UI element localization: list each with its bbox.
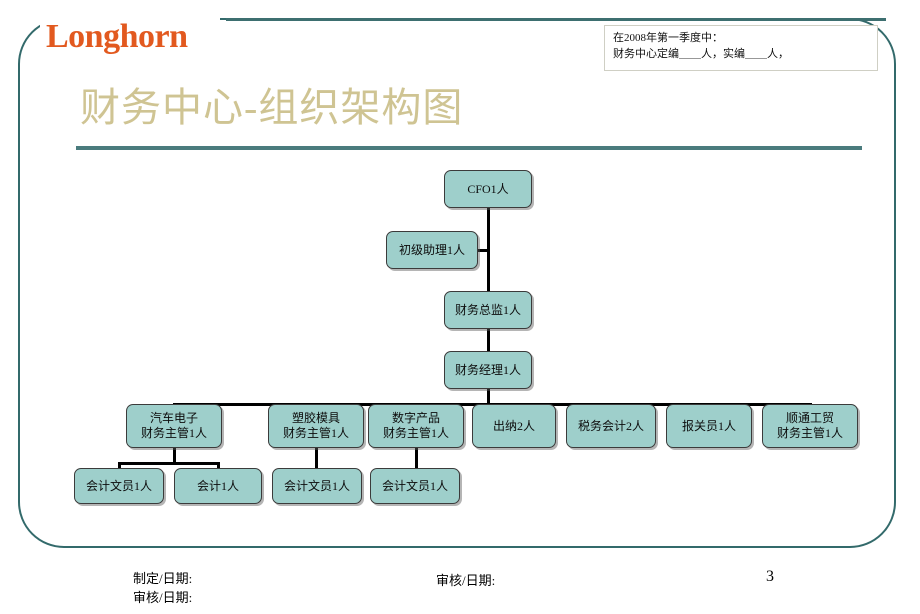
org-node-staff2[interactable]: 会计1人 (174, 468, 262, 504)
org-chart: CFO1人初级助理1人财务总监1人 财务经理1人汽车电子 财务主管1人 塑胶模具 财… (0, 0, 920, 614)
org-node-dept6[interactable]: 报关员1人 (666, 404, 752, 448)
connector-dept3-staff4 (415, 448, 418, 468)
org-node-staff4[interactable]: 会计文员1人 (370, 468, 460, 504)
connector-cfo-director (487, 208, 490, 291)
page-number: 3 (766, 568, 774, 585)
footer-approved-by: 审核/日期: (436, 573, 496, 588)
footer-prepared-by: 制定/日期: (133, 571, 193, 586)
org-node-dept1[interactable]: 汽车电子 财务主管1人 (126, 404, 222, 448)
org-node-dept3[interactable]: 数字产品 财务主管1人 (368, 404, 464, 448)
org-node-staff3[interactable]: 会计文员1人 (272, 468, 362, 504)
connector-director-manager (487, 329, 490, 351)
org-node-director[interactable]: 财务总监1人 (444, 291, 532, 329)
org-node-dept2[interactable]: 塑胶模具 财务主管1人 (268, 404, 364, 448)
org-node-assistant[interactable]: 初级助理1人 (386, 231, 478, 269)
org-node-staff1[interactable]: 会计文员1人 (74, 468, 164, 504)
connector-bus-dept1 (118, 462, 220, 465)
org-node-dept4[interactable]: 出纳2人 (472, 404, 556, 448)
org-node-manager[interactable]: 财务经理1人 (444, 351, 532, 389)
footer-reviewed-by: 审核/日期: (133, 589, 193, 605)
org-node-cfo[interactable]: CFO1人 (444, 170, 532, 208)
org-node-dept7[interactable]: 顺通工贸 财务主管1人 (762, 404, 858, 448)
org-node-dept5[interactable]: 税务会计2人 (566, 404, 656, 448)
footer-left: 制定/日期: 审核/日期: (133, 570, 192, 608)
connector-dept2-staff3 (315, 448, 318, 468)
